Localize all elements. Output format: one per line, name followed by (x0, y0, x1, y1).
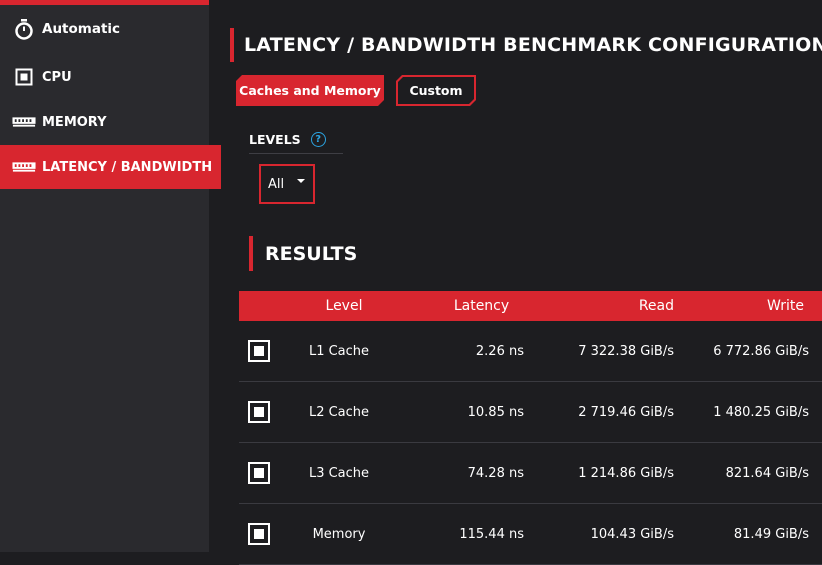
sidebar-item-label: MEMORY (42, 114, 107, 130)
table-row: L2 Cache 10.85 ns 2 719.46 GiB/s 1 480.2… (239, 382, 822, 443)
level-cell: L1 Cache (308, 343, 370, 359)
checkbox-mark (254, 468, 264, 478)
latency-cell: 2.26 ns (475, 343, 524, 359)
help-icon[interactable]: ? (310, 132, 326, 147)
write-cell: 821.64 GiB/s (725, 465, 809, 481)
latency-cell: 115.44 ns (459, 526, 524, 542)
sidebar: Automatic CPU MEMORY LATENCY / BANDWIDTH (0, 0, 221, 552)
row-checkbox[interactable] (248, 523, 270, 545)
level-cell: L3 Cache (308, 465, 370, 481)
memory-icon (12, 112, 36, 132)
sidebar-item-label: Automatic (42, 21, 121, 37)
sidebar-item-memory[interactable]: MEMORY (0, 100, 221, 144)
table-row: L1 Cache 2.26 ns 7 322.38 GiB/s 6 772.86… (239, 321, 822, 382)
level-cell: Memory (312, 526, 366, 542)
row-checkbox[interactable] (248, 340, 270, 362)
table-row: Memory 115.44 ns 104.43 GiB/s 81.49 GiB/… (239, 504, 822, 565)
levels-label: LEVELS (249, 132, 301, 147)
results-title: RESULTS (249, 236, 357, 271)
main-panel: LATENCY / BANDWIDTH BENCHMARK CONFIGURAT… (209, 0, 822, 565)
column-header-latency[interactable]: Latency (439, 291, 524, 321)
stopwatch-icon (12, 19, 36, 40)
write-cell: 1 480.25 GiB/s (713, 404, 809, 420)
levels-selected-value: All (268, 176, 285, 192)
cpu-icon (12, 67, 36, 87)
write-cell: 81.49 GiB/s (733, 526, 809, 542)
checkbox-mark (254, 529, 264, 539)
column-header-write[interactable]: Write (714, 291, 804, 321)
write-cell: 6 772.86 GiB/s (713, 343, 809, 359)
read-cell: 1 214.86 GiB/s (578, 465, 674, 481)
page-title: LATENCY / BANDWIDTH BENCHMARK CONFIGURAT… (230, 28, 822, 62)
sidebar-item-label: CPU (42, 69, 72, 85)
table-row: L3 Cache 74.28 ns 1 214.86 GiB/s 821.64 … (239, 443, 822, 504)
tab-label: Caches and Memory (239, 83, 381, 98)
results-table: Level Latency Read Write L1 Cache 2.26 n… (239, 291, 822, 565)
column-header-read[interactable]: Read (579, 291, 680, 321)
chevron-down-icon (297, 179, 305, 183)
row-checkbox[interactable] (248, 401, 270, 423)
read-cell: 104.43 GiB/s (590, 526, 674, 542)
levels-dropdown[interactable]: All (259, 164, 315, 204)
sidebar-item-automatic[interactable]: Automatic (0, 7, 221, 51)
table-header: Level Latency Read Write (239, 291, 822, 321)
sidebar-item-label: LATENCY / BANDWIDTH (42, 159, 213, 175)
sidebar-accent-bar (0, 0, 209, 5)
level-cell: L2 Cache (308, 404, 370, 420)
levels-header: LEVELS ? (249, 126, 343, 154)
tab-inner: Custom (398, 77, 474, 104)
sidebar-item-latency-bandwidth[interactable]: LATENCY / BANDWIDTH (0, 145, 221, 189)
read-cell: 2 719.46 GiB/s (578, 404, 674, 420)
sidebar-item-cpu[interactable]: CPU (0, 55, 221, 99)
memory-icon (12, 157, 36, 177)
column-header-level[interactable]: Level (299, 291, 389, 321)
latency-cell: 74.28 ns (467, 465, 524, 481)
tab-label: Custom (409, 83, 463, 98)
row-checkbox[interactable] (248, 462, 270, 484)
read-cell: 7 322.38 GiB/s (578, 343, 674, 359)
tab-custom[interactable]: Custom (396, 75, 476, 106)
tab-caches-and-memory[interactable]: Caches and Memory (236, 75, 384, 106)
checkbox-mark (254, 346, 264, 356)
latency-cell: 10.85 ns (467, 404, 524, 420)
checkbox-mark (254, 407, 264, 417)
